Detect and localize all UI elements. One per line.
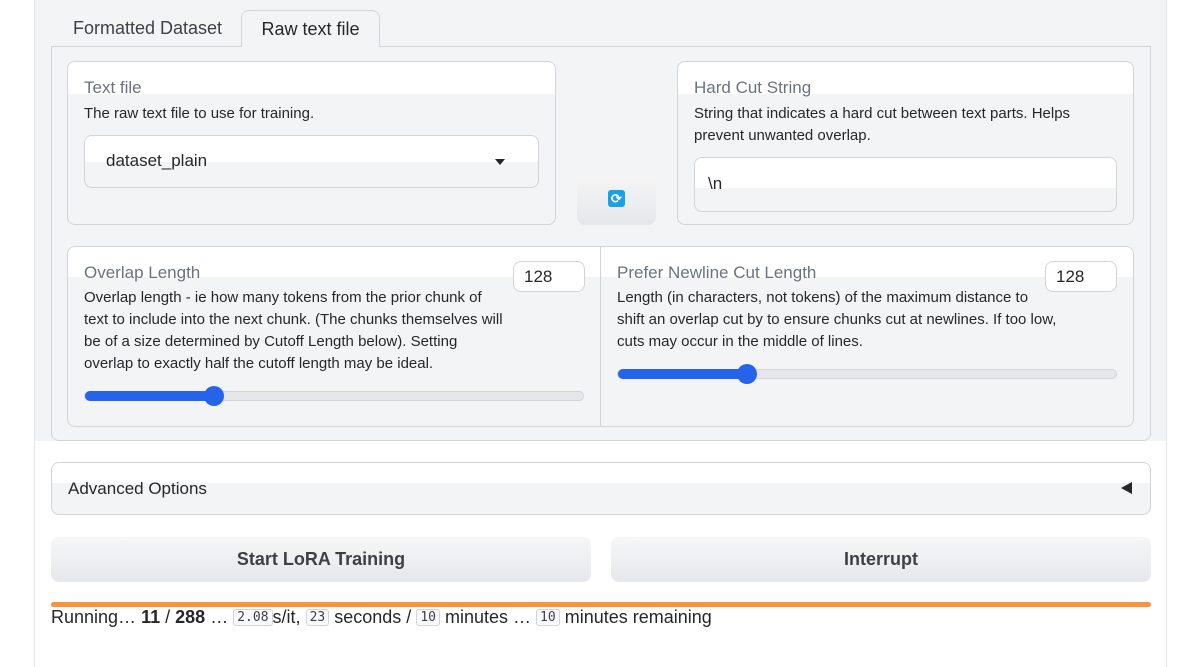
status-total-steps: 288 <box>175 607 206 627</box>
hard-cut-title: Hard Cut String <box>694 78 812 97</box>
hard-cut-description: String that indicates a hard cut between… <box>694 105 1071 144</box>
text-file-description: The raw text file to use for training. <box>84 105 315 122</box>
hard-cut-card: Hard Cut String String that indicates a … <box>677 61 1134 225</box>
overlap-length-description: Overlap length - ie how many tokens from… <box>84 289 503 372</box>
text-file-dropdown[interactable]: dataset_plain <box>84 135 539 188</box>
newline-cut-title: Prefer Newline Cut Length <box>617 263 817 282</box>
slider-row: Overlap Length Overlap length - ie how m… <box>67 246 1134 427</box>
refresh-icon: ⟳ <box>608 190 625 207</box>
hard-cut-field[interactable] <box>694 157 1117 212</box>
status-remaining-unit: minutes remaining <box>564 607 712 627</box>
status-prefix: Running… <box>51 607 137 627</box>
tab-raw-text-file[interactable]: Raw text file <box>241 10 380 47</box>
newline-cut-slider-fill <box>618 369 748 379</box>
overlap-length-block: Overlap Length Overlap length - ie how m… <box>68 247 601 426</box>
start-lora-training-button[interactable]: Start LoRA Training <box>51 537 591 582</box>
interrupt-button[interactable]: Interrupt <box>611 537 1151 582</box>
advanced-options-label: Advanced Options <box>68 479 207 498</box>
status-total-unit: minutes … <box>444 607 532 627</box>
status-total-time: 10 <box>416 609 440 626</box>
text-file-selected-value: dataset_plain <box>106 151 208 170</box>
status-rate: 2.08 <box>233 609 273 626</box>
refresh-button[interactable]: ⟳ <box>577 174 656 225</box>
hard-cut-input[interactable] <box>708 174 1088 194</box>
overlap-length-slider[interactable] <box>84 386 584 406</box>
collapse-arrow-icon <box>1121 482 1132 494</box>
text-file-title: Text file <box>84 78 142 97</box>
newline-cut-block: Prefer Newline Cut Length Length (in cha… <box>601 247 1133 426</box>
overlap-length-slider-thumb[interactable] <box>204 386 225 406</box>
status-rate-unit: s/it, <box>272 607 301 627</box>
status-current-step: 11 <box>141 607 161 627</box>
status-elapsed-unit: seconds / <box>334 607 412 627</box>
status-remaining: 10 <box>536 609 560 626</box>
newline-cut-description: Length (in characters, not tokens) of th… <box>617 289 1057 350</box>
training-status: Running… 11 / 288 … 2.08 s/it, 23 seconds… <box>51 606 712 631</box>
status-separator: / <box>165 607 171 627</box>
overlap-length-title: Overlap Length <box>84 263 201 282</box>
overlap-length-number-input[interactable] <box>513 261 585 292</box>
status-ellipsis: … <box>210 607 229 627</box>
tab-formatted-dataset[interactable]: Formatted Dataset <box>52 10 243 47</box>
newline-cut-slider[interactable] <box>617 364 1117 384</box>
status-elapsed: 23 <box>305 609 330 626</box>
advanced-options-accordion[interactable]: Advanced Options <box>51 462 1151 515</box>
text-file-card: Text file The raw text file to use for t… <box>67 61 556 225</box>
overlap-length-slider-fill <box>85 391 215 401</box>
chevron-down-icon <box>495 159 505 165</box>
newline-cut-slider-thumb[interactable] <box>737 364 758 384</box>
